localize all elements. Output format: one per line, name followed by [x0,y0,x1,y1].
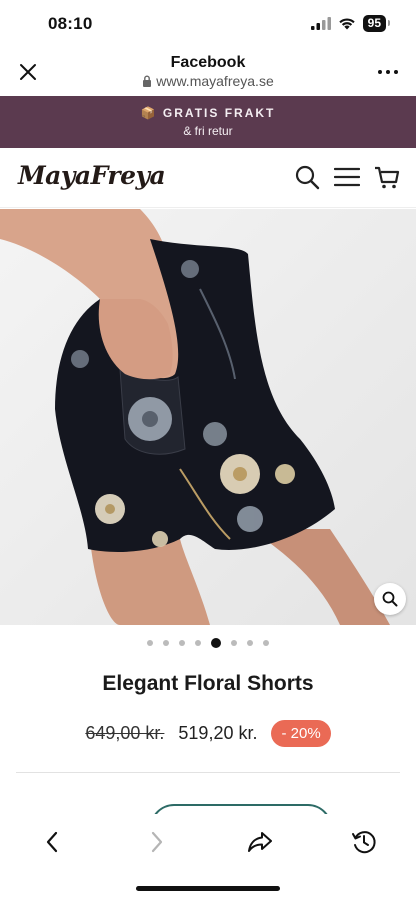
search-icon[interactable] [294,164,320,190]
history-button[interactable] [350,828,378,856]
browser-header: Facebook www.mayafreya.se [0,48,416,96]
wifi-icon [338,18,355,30]
carousel-dot[interactable] [247,640,253,646]
carousel-dot[interactable] [179,640,185,646]
carousel-dot[interactable] [211,638,221,648]
carousel-dot[interactable] [195,640,201,646]
divider [16,772,400,773]
carousel-dot[interactable] [147,640,153,646]
history-icon [352,831,376,854]
product-photo [0,209,416,625]
promo-shipping-text: 📦 GRATIS FRAKT [140,106,276,120]
current-price: 519,20 kr. [178,723,258,743]
status-icons: 95 [310,15,391,32]
url-text: www.mayafreya.se [156,73,274,89]
carousel-dot[interactable] [163,640,169,646]
status-time: 08:10 [48,14,93,33]
site-header: MayaFreya [0,148,416,208]
promo-return-text: & fri retur [183,124,233,138]
battery-indicator: 95 [362,15,391,32]
cart-icon[interactable] [374,164,400,190]
lock-icon [143,75,152,87]
browser-url: www.mayafreya.se [0,73,416,89]
nav-icons [294,164,400,190]
zoom-button[interactable] [374,583,406,615]
share-icon [248,832,272,852]
site-logo[interactable]: MayaFreya [18,161,166,190]
product-image[interactable] [0,209,416,625]
chevron-right-icon [151,831,163,853]
product-title: Elegant Floral Shorts [102,672,314,695]
share-button[interactable] [246,828,274,856]
discount-badge: - 20% [271,720,331,747]
chevron-left-icon [46,831,58,853]
signal-icon [310,17,331,30]
home-indicator[interactable] [136,886,280,891]
browser-title: Facebook [170,54,246,71]
price-row: 649,00 kr. 519,20 kr. - 20% [0,720,416,747]
zoom-icon [382,591,398,607]
carousel-dot[interactable] [263,640,269,646]
carousel-dots [0,638,416,648]
more-options-icon[interactable] [376,63,400,81]
old-price: 649,00 kr. [85,723,165,743]
browser-toolbar [0,814,416,900]
carousel-dot[interactable] [231,640,237,646]
status-bar: 08:10 95 [0,0,416,48]
forward-button[interactable] [143,828,171,856]
menu-icon[interactable] [334,164,360,190]
back-button[interactable] [38,828,66,856]
promo-banner: 📦 GRATIS FRAKT & fri retur [0,96,416,148]
